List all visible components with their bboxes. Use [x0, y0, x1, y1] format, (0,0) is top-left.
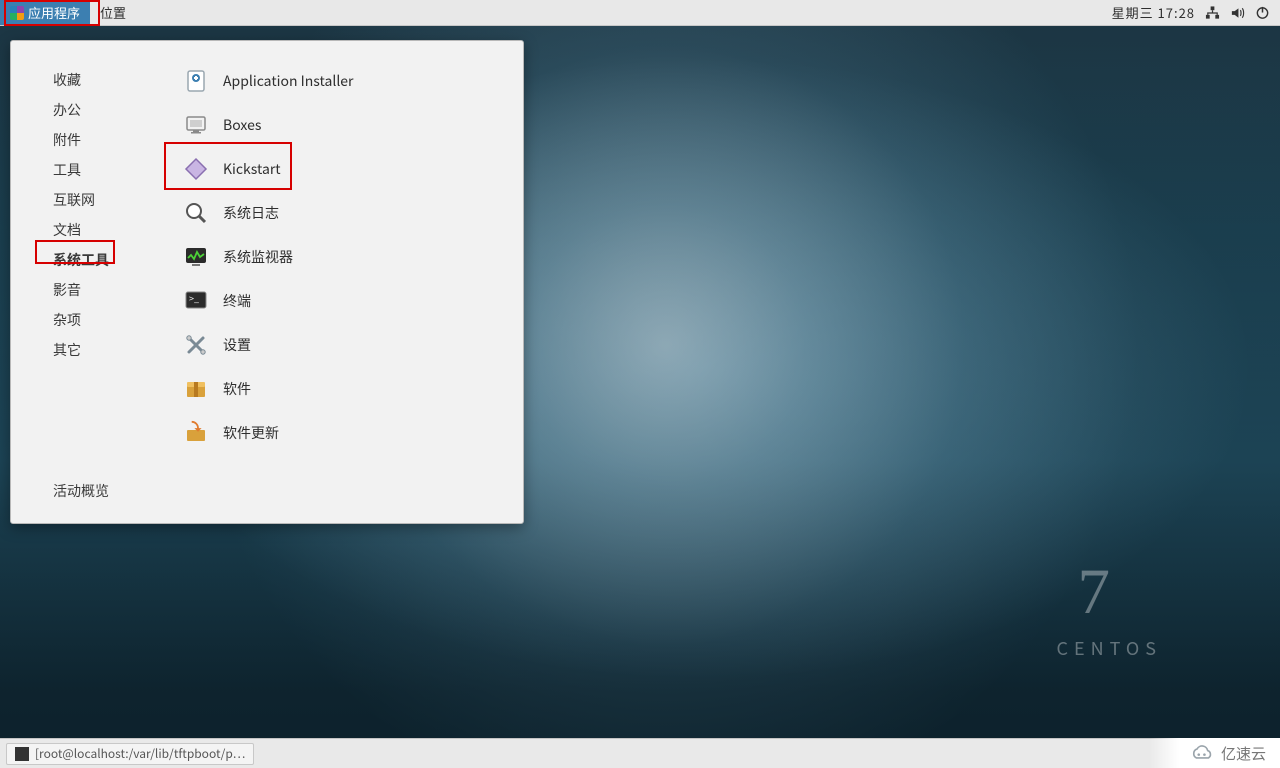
kickstart-icon [183, 156, 209, 182]
cat-office[interactable]: 办公 [53, 95, 161, 125]
app-boxes[interactable]: Boxes [171, 103, 513, 147]
terminal-icon: >_ [183, 288, 209, 314]
cat-label: 杂项 [53, 310, 81, 330]
clock[interactable]: 星期三 17:28 [1112, 3, 1195, 22]
watermark-cloud-icon [1189, 743, 1215, 763]
centos-seven: 7 [1078, 555, 1111, 630]
top-panel: 应用程序 位置 星期三 17:28 [0, 0, 1280, 26]
centos-logo-icon [10, 6, 24, 20]
menu-categories: 收藏 办公 附件 工具 互联网 文档 系统工具 影音 杂项 其它 [11, 41, 161, 523]
cat-documents[interactable]: 文档 [53, 215, 161, 245]
cat-misc[interactable]: 杂项 [53, 305, 161, 335]
app-settings[interactable]: 设置 [171, 323, 513, 367]
app-system-log[interactable]: 系统日志 [171, 191, 513, 235]
app-label: 软件 [223, 379, 251, 399]
places-menu-button[interactable]: 位置 [90, 0, 136, 25]
cat-system-tools[interactable]: 系统工具 [53, 245, 161, 275]
cat-label: 工具 [53, 160, 81, 180]
cat-accessories[interactable]: 附件 [53, 125, 161, 155]
power-icon[interactable] [1255, 5, 1270, 20]
app-software[interactable]: 软件 [171, 367, 513, 411]
app-application-installer[interactable]: Application Installer [171, 59, 513, 103]
system-monitor-icon [183, 244, 209, 270]
applications-menu-button[interactable]: 应用程序 [0, 0, 90, 25]
software-icon [183, 376, 209, 402]
cat-label: 影音 [53, 280, 81, 300]
app-label: 系统日志 [223, 203, 279, 223]
cat-label: 附件 [53, 130, 81, 150]
app-software-update[interactable]: 软件更新 [171, 411, 513, 455]
app-label: 设置 [223, 335, 251, 355]
cat-other[interactable]: 其它 [53, 335, 161, 365]
svg-text:>_: >_ [189, 292, 199, 305]
system-log-icon [183, 200, 209, 226]
cat-internet[interactable]: 互联网 [53, 185, 161, 215]
cat-favorites[interactable]: 收藏 [53, 65, 161, 95]
places-label: 位置 [100, 3, 126, 22]
cat-label: 系统工具 [53, 250, 109, 270]
watermark: 亿速云 [1149, 738, 1280, 768]
app-label: Application Installer [223, 71, 354, 91]
cat-utilities[interactable]: 工具 [53, 155, 161, 185]
applications-label: 应用程序 [28, 3, 80, 22]
cat-label: 办公 [53, 100, 81, 120]
activities-overview-label: 活动概览 [53, 481, 109, 501]
app-label: 软件更新 [223, 423, 279, 443]
cat-label: 互联网 [53, 190, 95, 210]
taskbar-item-label: [root@localhost:/var/lib/tftpboot/p… [35, 745, 245, 762]
application-installer-icon [183, 68, 209, 94]
software-update-icon [183, 420, 209, 446]
cat-label: 收藏 [53, 70, 81, 90]
boxes-icon [183, 112, 209, 138]
top-panel-right: 星期三 17:28 [1112, 3, 1280, 22]
applications-menu: 收藏 办公 附件 工具 互联网 文档 系统工具 影音 杂项 其它 活动概览 Ap… [10, 40, 524, 524]
activities-overview[interactable]: 活动概览 [53, 481, 109, 501]
watermark-text: 亿速云 [1221, 743, 1266, 764]
network-icon[interactable] [1205, 5, 1220, 20]
app-label: 系统监视器 [223, 247, 293, 267]
app-kickstart[interactable]: Kickstart [171, 147, 513, 191]
app-system-monitor[interactable]: 系统监视器 [171, 235, 513, 279]
terminal-icon [15, 747, 29, 761]
app-terminal[interactable]: >_ 终端 [171, 279, 513, 323]
centos-brand-text: CENTOS [1057, 635, 1162, 661]
app-label: 终端 [223, 291, 251, 311]
cat-label: 其它 [53, 340, 81, 360]
taskbar-item-terminal[interactable]: [root@localhost:/var/lib/tftpboot/p… [6, 743, 254, 765]
volume-icon[interactable] [1230, 5, 1245, 20]
settings-icon [183, 332, 209, 358]
top-panel-left: 应用程序 位置 [0, 0, 136, 25]
app-label: Kickstart [223, 159, 281, 179]
cat-multimedia[interactable]: 影音 [53, 275, 161, 305]
bottom-taskbar: [root@localhost:/var/lib/tftpboot/p… 亿速云 [0, 738, 1280, 768]
app-label: Boxes [223, 115, 261, 135]
cat-label: 文档 [53, 220, 81, 240]
menu-apps-list: Application Installer Boxes Kickstart 系统… [171, 59, 513, 513]
